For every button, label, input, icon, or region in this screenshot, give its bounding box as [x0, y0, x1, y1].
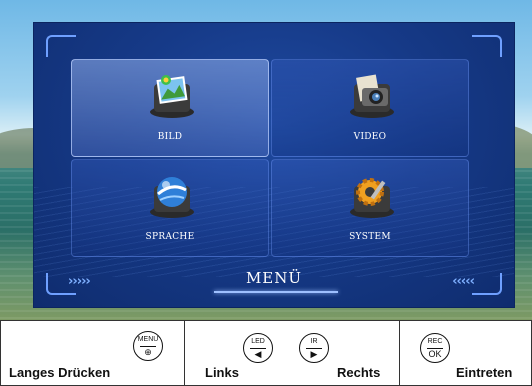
menu-item-sprache[interactable]: SPRACHE — [71, 159, 269, 257]
title-underline — [214, 291, 338, 293]
ok-label: OK — [428, 349, 442, 359]
globe-icon — [150, 177, 194, 218]
long-press-text: Langes Drücken — [9, 365, 111, 380]
rec-ok-button[interactable]: REC OK — [420, 333, 450, 363]
menu-item-video[interactable]: VIDEO — [271, 59, 469, 157]
menu-item-label: BILD — [157, 132, 183, 142]
legend-cell-navigation: Links LED ◀ IR ▶ Rechts — [185, 321, 400, 386]
corner-top-right — [472, 35, 502, 57]
arrow-right-icon: ▶ — [310, 349, 318, 359]
button-legend: Langes Drücken MENU ⊕ Links LED ◀ IR ▶ R… — [0, 320, 532, 386]
menu-item-system[interactable]: SYSTEM — [271, 159, 469, 257]
corner-top-left — [46, 35, 76, 57]
ir-right-button[interactable]: IR ▶ — [299, 333, 329, 363]
legend-cell-menu: Langes Drücken MENU ⊕ — [0, 321, 185, 386]
menu-item-label: VIDEO — [353, 132, 387, 142]
scroll-right-arrows[interactable]: ‹‹‹‹‹ — [452, 274, 475, 289]
legend-cell-enter: REC OK Eintreten — [400, 321, 532, 386]
menu-item-bild[interactable]: BILD — [71, 59, 269, 157]
picture-icon — [150, 75, 194, 118]
menu-grid: BILD VIDEO SPRACHE SYSTEM — [71, 59, 471, 257]
enter-text: Eintreten — [456, 365, 513, 380]
ir-button-label: IR — [310, 338, 318, 345]
camera-icon — [350, 74, 394, 118]
menu-item-label: SYSTEM — [349, 232, 391, 242]
rec-button-label: REC — [427, 338, 443, 345]
led-button-label: LED — [251, 338, 265, 345]
arrow-left-icon: ◀ — [254, 349, 262, 359]
zoom-in-icon: ⊕ — [144, 347, 152, 357]
menu-panel: BILD VIDEO SPRACHE SYSTEM ››››› MENÜ ‹‹‹… — [33, 22, 515, 308]
menu-button-label: MENU — [137, 336, 159, 343]
menu-item-label: SPRACHE — [145, 232, 195, 242]
led-left-button[interactable]: LED ◀ — [243, 333, 273, 363]
left-text: Links — [205, 365, 239, 380]
gear-icon — [350, 178, 394, 218]
menu-button[interactable]: MENU ⊕ — [133, 331, 163, 361]
menu-title: MENÜ — [245, 269, 303, 287]
right-text: Rechts — [337, 365, 381, 380]
